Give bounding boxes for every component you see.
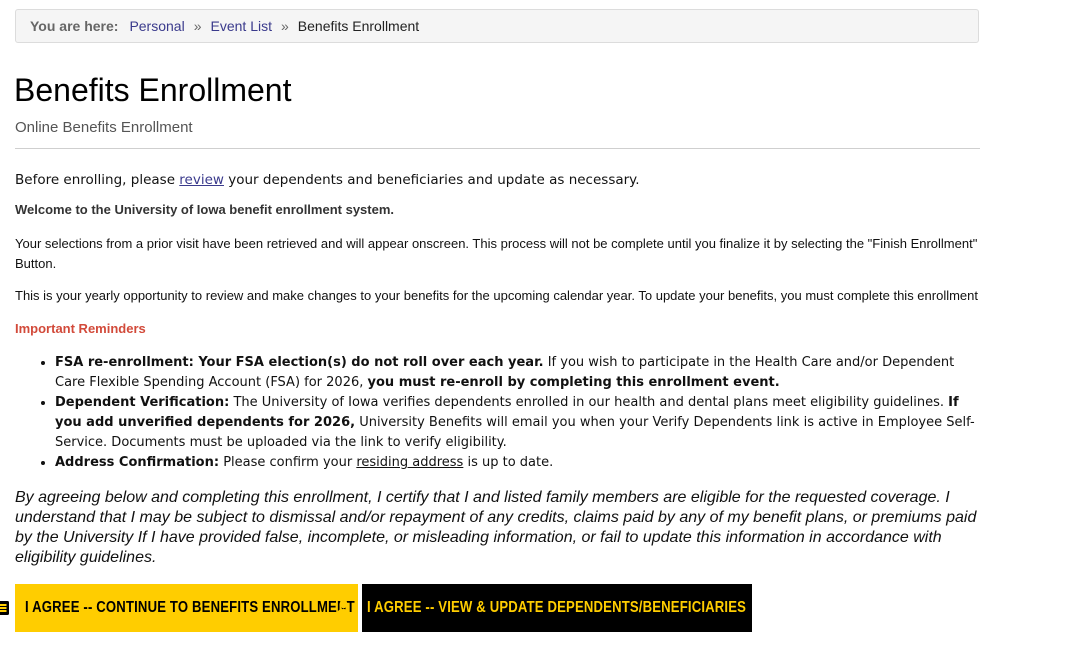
agree-continue-label: I AGREE -- CONTINUE TO BENEFITS ENROLLME…: [25, 599, 356, 616]
breadcrumb-separator: »: [193, 18, 202, 34]
certification-statement: By agreeing below and completing this en…: [15, 489, 977, 566]
reminder-address-text: Please confirm your: [219, 455, 357, 470]
review-instruction-text: Before enrolling, please: [15, 172, 180, 188]
breadcrumb-link-personal[interactable]: Personal: [129, 18, 184, 34]
yearly-notice: This is your yearly opportunity to revie…: [15, 288, 978, 303]
welcome-message: Welcome to the University of Iowa benefi…: [15, 202, 395, 217]
reminder-fsa-bold: FSA re-enrollment: Your FSA election(s) …: [55, 355, 544, 370]
header-divider: [15, 148, 980, 149]
list-icon: [0, 601, 10, 615]
reminder-fsa-bold: you must re-enroll by completing this en…: [367, 375, 780, 390]
reminder-address-text: is up to date.: [463, 455, 554, 470]
reminder-dependent-bold: Dependent Verification:: [55, 395, 230, 410]
reminder-fsa: FSA re-enrollment: Your FSA election(s) …: [55, 353, 980, 393]
review-instruction: Before enrolling, please review your dep…: [15, 171, 640, 189]
breadcrumb: You are here: Personal » Event List » Be…: [15, 9, 979, 43]
residing-address-link[interactable]: residing address: [356, 455, 463, 470]
breadcrumb-separator: »: [280, 18, 289, 34]
review-link[interactable]: review: [179, 172, 224, 188]
reminder-dependent: Dependent Verification: The University o…: [55, 393, 980, 453]
agree-continue-button[interactable]: I AGREE -- CONTINUE TO BENEFITS ENROLLME…: [0, 584, 358, 632]
page-title: Benefits Enrollment: [14, 72, 292, 108]
reminders-heading: Important Reminders: [15, 321, 146, 336]
breadcrumb-link-event-list[interactable]: Event List: [211, 18, 272, 34]
selection-notice: Your selections from a prior visit have …: [15, 236, 978, 271]
breadcrumb-current: Benefits Enrollment: [297, 18, 420, 34]
page-subtitle: Online Benefits Enrollment: [15, 119, 193, 136]
page: You are here: Personal » Event List » Be…: [0, 0, 1080, 663]
reminder-address: Address Confirmation: Please confirm you…: [55, 453, 980, 473]
user-icon: [336, 600, 351, 616]
agree-dependents-button[interactable]: I AGREE -- VIEW & UPDATE DEPENDENTS/BENE…: [336, 584, 752, 632]
reminders-list: FSA re-enrollment: Your FSA election(s) …: [15, 353, 980, 473]
agree-dependents-label: I AGREE -- VIEW & UPDATE DEPENDENTS/BENE…: [367, 599, 747, 616]
review-instruction-text: your dependents and beneficiaries and up…: [223, 172, 640, 188]
reminder-address-bold: Address Confirmation:: [55, 455, 220, 470]
reminder-dependent-text: The University of Iowa verifies dependen…: [229, 395, 949, 410]
breadcrumb-prefix: You are here:: [30, 18, 119, 34]
